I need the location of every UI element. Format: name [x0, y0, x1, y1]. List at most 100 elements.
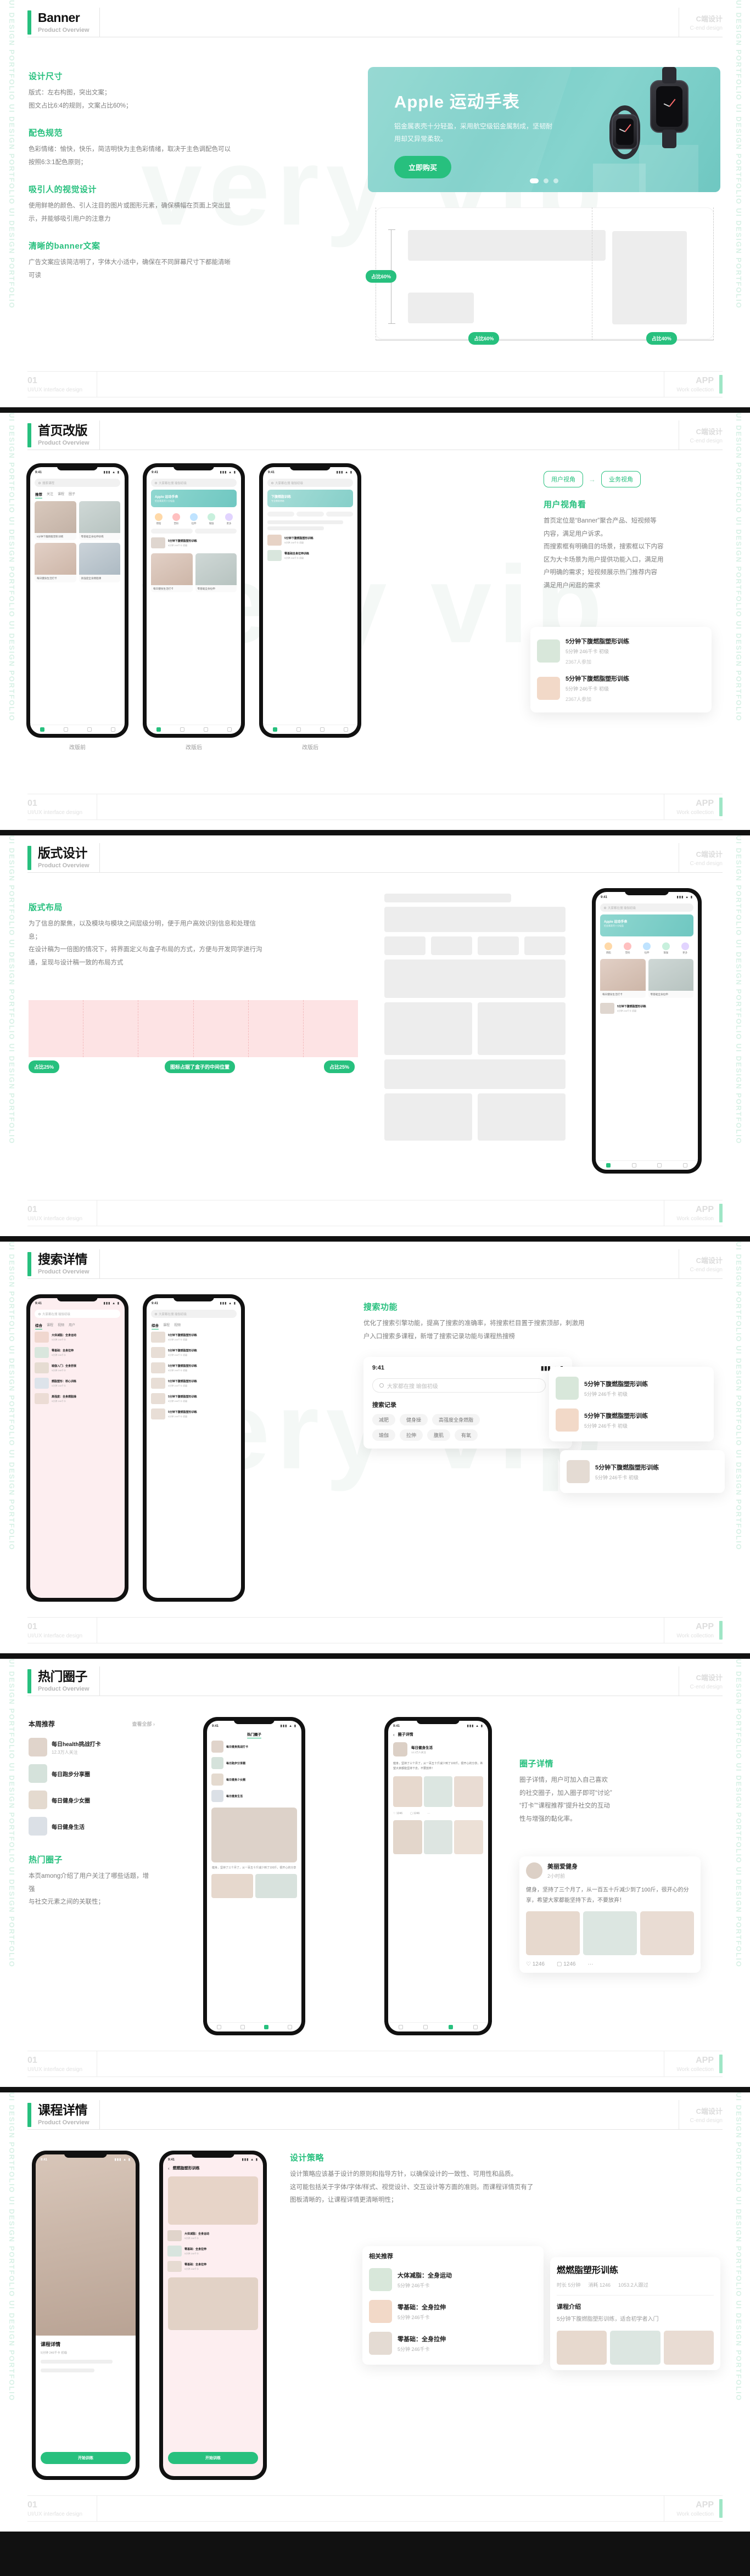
search-row[interactable]: 大家都在搜 瑜伽初级 取消 [372, 1378, 563, 1393]
list-item[interactable]: 零基础全身拉伸训练 5分钟 246千卡 初级 [263, 548, 357, 563]
nav-profile-icon[interactable] [110, 727, 115, 732]
viewpoint-toggle[interactable]: 用户视角 → 业务视角 [544, 471, 708, 487]
entry-icon-yoga[interactable] [662, 942, 670, 950]
tab-recommend[interactable]: 推荐 [35, 491, 42, 498]
nav-course-icon[interactable] [63, 727, 68, 732]
nav-home-icon[interactable] [606, 1163, 611, 1168]
tab-user[interactable]: 用户 [69, 1322, 75, 1328]
list-item[interactable]: 5分钟下腹燃脂塑形训练 5分钟 246千卡 初级 [147, 1391, 241, 1406]
bottom-nav[interactable] [388, 2022, 488, 2031]
entry-icon-more[interactable] [225, 513, 233, 521]
circle-row[interactable]: 每日健身生活 [207, 1788, 301, 1804]
nav-course-icon[interactable] [180, 727, 184, 732]
list-item[interactable]: 瑜伽入门：全身舒展 5分钟 246千卡 [30, 1360, 125, 1376]
phone-frame[interactable]: 9:41 ▮▮▮ ▲ ▮ 搜索课程 推荐 关注 课程 圈子 5分钟下腹燃脂塑形训练 零基… [26, 463, 128, 738]
nav-profile-icon[interactable] [287, 2025, 292, 2029]
buy-now-button[interactable]: 立即购买 [394, 155, 452, 178]
nav-home-icon[interactable] [216, 2025, 221, 2029]
like-icon[interactable]: ♡ 1246 [526, 1961, 545, 1967]
circle-row[interactable]: 每日健身少女圈 [207, 1771, 301, 1788]
list-item[interactable]: 5分钟下腹燃脂塑形训练 5分钟 246千卡 初级 [147, 1329, 241, 1345]
grid-card[interactable]: 每日健身生活打卡 [600, 959, 646, 998]
bottom-nav[interactable] [147, 725, 241, 734]
phone-frame[interactable]: 9:41 ▮▮▮ ▲ ▮ 课程详情 5分钟 246千卡 初级 开始训练 [32, 2151, 139, 2480]
phone-frame[interactable]: 9:41 ▮▮▮ ▲ ▮ 大家都在搜 瑜伽初级 Apple 运动手表 铝金属表壳十分… [592, 888, 702, 1174]
list-item[interactable]: 零基础：全身拉伸 5分钟 246千卡 [30, 1345, 125, 1360]
course-card[interactable]: 5分钟下腹燃脂塑形训练 5分钟 246千卡 初级 [556, 1372, 707, 1404]
history-tag[interactable]: 健身操 [400, 1414, 428, 1426]
carousel-dot[interactable] [553, 178, 558, 183]
tab-video[interactable]: 视频 [58, 1322, 64, 1328]
related-item[interactable]: 大体减脂：全身运动 5分钟 246千卡 [369, 2264, 537, 2296]
tab-all[interactable]: 综合 [152, 1322, 159, 1329]
history-tag[interactable]: 有氧 [455, 1429, 478, 1441]
tab-course[interactable]: 课程 [163, 1322, 170, 1328]
chip-row[interactable] [263, 510, 357, 518]
phone-frame[interactable]: 9:41 ▮▮▮ ▲ ▮ 大家都在搜 瑜伽初级 Apple 运动手表 铝金属表壳十分… [143, 463, 245, 738]
history-tag-row-2[interactable]: 瑜伽 拉伸 腹肌 有氧 [372, 1429, 563, 1441]
nav-circle-icon[interactable] [320, 727, 324, 732]
back-icon[interactable]: ‹ [168, 2166, 170, 2171]
nav-course-icon[interactable] [631, 1163, 636, 1168]
tab-circle[interactable]: 圈子 [69, 491, 75, 497]
course-card[interactable]: 5分钟下腹燃脂塑形训练 5分钟 246千卡 初级 [556, 1404, 707, 1436]
carousel-dot[interactable] [544, 178, 548, 183]
chip[interactable] [195, 529, 237, 534]
list-item[interactable]: 零基础：全身拉伸 5分钟 246千卡 [163, 2243, 263, 2259]
search-input[interactable]: 搜索课程 [35, 479, 120, 487]
grid-card[interactable]: 零基础全身拉伸 [195, 553, 237, 593]
like-icon[interactable]: ♡ 1246 [393, 1812, 402, 1815]
nav-circle-icon[interactable] [448, 2025, 453, 2029]
phone-search-results[interactable]: 9:41 ▮▮▮ ▲ ▮ 大家都在搜 瑜伽初级 综合 课程 视频 用户 大体减脂：全身运… [26, 1294, 128, 1602]
circle-item[interactable]: 每日健身少女圈 [29, 1787, 155, 1813]
grid-card[interactable]: 每日健身生活打卡 [35, 543, 76, 582]
entry-icon-more[interactable] [681, 942, 689, 950]
search-input[interactable]: 大家都在搜 瑜伽初级 [35, 1310, 120, 1318]
phone-frame[interactable]: 9:41 ▮▮▮ ▲ ▮ ‹ 圈子详情 每日健身生活 12.3万人关注 健身，坚持… [384, 1717, 492, 2035]
tab-bar[interactable]: 热门圈子 [207, 1730, 301, 1738]
search-input[interactable]: 大家都在搜 瑜伽初级 [151, 1310, 237, 1318]
grid-card[interactable]: 每日健身生活打卡 [151, 553, 193, 593]
entry-icon-shape[interactable] [624, 942, 632, 950]
circle-item[interactable]: 每日health挑战打卡 12.3万人关注 [29, 1734, 155, 1760]
nav-home-icon[interactable] [398, 2025, 403, 2029]
nav-course-icon[interactable] [240, 2025, 245, 2029]
nav-home-icon[interactable] [272, 727, 277, 732]
nav-circle-icon[interactable] [87, 727, 92, 732]
circle-row[interactable]: 每日健身挑战打卡 [207, 1738, 301, 1755]
grid-card[interactable]: 零基础全身拉伸训练 [79, 501, 120, 541]
banner-preview[interactable]: Apple 运动手表 铝金属表壳十分轻盈，采用航空级铝金属制成，坚韧耐用却又异常… [368, 67, 720, 192]
tab-all[interactable]: 综合 [35, 1322, 42, 1329]
list-item[interactable]: 5分钟下腹燃脂塑形训练 5分钟 246千卡 初级 [596, 1001, 698, 1016]
list-item[interactable]: 5分钟下腹燃脂塑形训练 5分钟 246千卡 初级 [147, 1406, 241, 1422]
history-tag[interactable]: 瑜伽 [372, 1429, 396, 1441]
chip[interactable] [267, 512, 295, 517]
circle-row[interactable]: 每日跑步分享圈 [207, 1755, 301, 1771]
tab-hot-circle[interactable]: 热门圈子 [247, 1731, 261, 1738]
phone-frame[interactable]: 9:41 ▮▮▮ ▲ ▮ ‹ 燃燃脂塑形训练 大体减脂：全身运动 5分钟 246千卡… [159, 2151, 267, 2480]
history-tag[interactable]: 减肥 [372, 1414, 396, 1426]
bottom-nav[interactable] [30, 725, 125, 734]
more-icon[interactable]: ··· [427, 1812, 430, 1815]
history-tag[interactable]: 高强度全身燃脂 [432, 1414, 480, 1426]
start-training-button[interactable]: 开始训练 [41, 2452, 131, 2464]
nav-profile-icon[interactable] [343, 727, 348, 732]
chip-business-view[interactable]: 业务视角 [601, 471, 641, 487]
comment-icon[interactable]: ▢ 1246 [410, 1812, 419, 1815]
related-item[interactable]: 零基础：全身拉伸 5分钟 246千卡 [369, 2327, 537, 2359]
course-card[interactable]: 5分钟下腹燃脂塑形训练 5分钟 246千卡 初级 2367人参加 [537, 670, 705, 707]
grid-card[interactable]: 零基础全身拉伸 [648, 959, 693, 998]
nav-profile-icon[interactable] [473, 2025, 478, 2029]
entry-icon-yoga[interactable] [208, 513, 215, 521]
search-input[interactable]: 大家都在搜 瑜伽初级 [372, 1378, 546, 1393]
entry-icon-stretch[interactable] [190, 513, 198, 521]
nav-circle-icon[interactable] [264, 2025, 268, 2029]
course-card[interactable]: 5分钟下腹燃脂塑形训练 5分钟 246千卡 初级 2367人参加 [537, 632, 705, 670]
bottom-nav[interactable] [263, 725, 357, 734]
history-tag[interactable]: 拉伸 [400, 1429, 423, 1441]
list-item[interactable]: 5分钟下腹燃脂塑形训练 5分钟 246千卡 初级 [263, 532, 357, 548]
tab-follow[interactable]: 关注 [47, 491, 53, 497]
tab-bar[interactable]: 推荐 关注 课程 圈子 [30, 490, 125, 498]
course-card[interactable]: 5分钟下腹燃脂塑形训练 5分钟 246千卡 初级 [567, 1456, 718, 1488]
tab-bar[interactable]: 综合 课程 视频 [147, 1321, 241, 1329]
